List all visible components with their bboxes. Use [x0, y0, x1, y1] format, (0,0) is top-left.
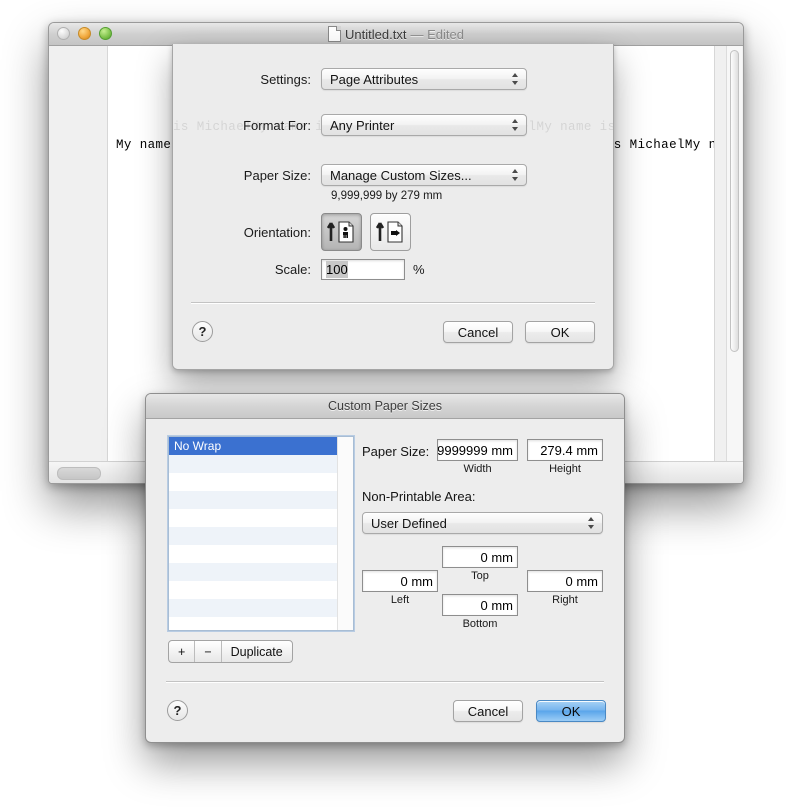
scale-input-value: 100 — [326, 261, 348, 278]
paper-width-caption: Width — [463, 463, 492, 475]
orientation-label: Orientation: — [243, 224, 311, 240]
cancel-button[interactable]: Cancel — [443, 321, 513, 343]
list-item — [169, 563, 353, 581]
list-item — [169, 581, 353, 599]
paper-size-dimensions: 9,999,999 by 279 mm — [331, 190, 443, 202]
paper-size-label: Paper Size: — [243, 167, 311, 183]
list-item — [169, 491, 353, 509]
settings-row: Settings: Page Attributes — [173, 68, 613, 90]
desktop-background: Untitled.txt — Edited My name is Michael… — [0, 0, 786, 811]
document-icon — [328, 26, 342, 42]
window-title-text: Untitled.txt — [345, 26, 407, 42]
chevron-updown-icon — [588, 516, 595, 530]
margin-right-caption: Right — [552, 594, 578, 606]
margin-top-caption: Top — [471, 570, 489, 582]
chevron-updown-icon — [512, 72, 519, 86]
help-button[interactable]: ? — [167, 700, 188, 721]
list-item — [169, 599, 353, 617]
list-item — [169, 509, 353, 527]
zoom-button-icon[interactable] — [99, 27, 112, 40]
sheet-divider — [191, 302, 595, 303]
list-item — [169, 545, 353, 563]
minimize-button-icon[interactable] — [78, 27, 91, 40]
paper-height-value: 279.4 mm — [540, 442, 598, 458]
chevron-updown-icon — [512, 118, 519, 132]
cancel-button[interactable]: Cancel — [453, 700, 523, 722]
scale-input[interactable]: 100 — [321, 259, 405, 280]
non-printable-area-popup[interactable]: User Defined — [362, 512, 603, 534]
format-for-row: Format For: Any Printer — [173, 114, 613, 136]
format-for-popup[interactable]: Any Printer — [321, 114, 527, 136]
close-button-icon[interactable] — [57, 27, 70, 40]
paper-size-popup-value: Manage Custom Sizes... — [330, 167, 472, 183]
paper-size-popup[interactable]: Manage Custom Sizes... — [321, 164, 527, 186]
paper-width-value: 9999999 mm — [437, 442, 513, 458]
ok-button[interactable]: OK — [525, 321, 595, 343]
orientation-row: Orientation: — [173, 213, 613, 251]
margin-right-input[interactable]: 0 mm — [527, 570, 603, 592]
help-button[interactable]: ? — [192, 321, 213, 342]
margin-bottom-value: 0 mm — [480, 597, 514, 613]
portrait-orientation-icon — [326, 221, 354, 243]
margin-left-caption: Left — [390, 594, 410, 606]
paper-height-caption: Height — [549, 463, 581, 475]
settings-popup-value: Page Attributes — [330, 71, 419, 87]
window-titlebar[interactable]: Untitled.txt — Edited — [49, 23, 743, 46]
settings-label: Settings: — [260, 71, 311, 87]
format-for-label: Format For: — [243, 117, 311, 133]
window-title: Untitled.txt — Edited — [328, 26, 464, 42]
list-item — [169, 473, 353, 491]
chevron-updown-icon — [512, 168, 519, 182]
page-setup-sheet: is MichaelMy name is MichaelMy name is M… — [172, 44, 614, 370]
landscape-orientation-icon — [375, 221, 403, 243]
list-item — [169, 527, 353, 545]
add-paper-size-button[interactable]: + — [169, 641, 196, 662]
scale-unit-label: % — [413, 262, 425, 277]
orientation-portrait-button[interactable] — [321, 213, 362, 251]
duplicate-paper-size-button[interactable]: Duplicate — [222, 641, 292, 662]
margin-top-input[interactable]: 0 mm — [442, 546, 518, 568]
scale-row: Scale: 100 % — [173, 259, 613, 280]
list-item — [169, 455, 353, 473]
margin-left-input[interactable]: 0 mm — [362, 570, 438, 592]
paper-size-list[interactable]: No Wrap — [168, 436, 354, 631]
vertical-scrollbar[interactable] — [726, 46, 742, 461]
horizontal-scrollbar-thumb[interactable] — [57, 467, 101, 480]
paper-size-field-label: Paper Size: — [362, 444, 430, 459]
margin-left-value: 0 mm — [400, 573, 434, 589]
non-printable-area-label: Non-Printable Area: — [362, 489, 476, 504]
orientation-landscape-button[interactable] — [370, 213, 411, 251]
vertical-scrollbar-thumb[interactable] — [730, 50, 739, 352]
list-actions-segmented-control: + − Duplicate — [168, 640, 293, 663]
custom-paper-sizes-title: Custom Paper Sizes — [146, 394, 624, 419]
format-for-popup-value: Any Printer — [330, 117, 395, 133]
remove-paper-size-button[interactable]: − — [195, 641, 222, 662]
paper-width-input[interactable]: 9999999 mm — [437, 439, 518, 461]
custom-paper-sizes-panel: Custom Paper Sizes No Wrap + − Duplicate… — [145, 393, 625, 743]
settings-popup[interactable]: Page Attributes — [321, 68, 527, 90]
margin-bottom-input[interactable]: 0 mm — [442, 594, 518, 616]
traffic-light-buttons — [57, 27, 112, 40]
margin-top-value: 0 mm — [480, 549, 514, 565]
margin-bottom-caption: Bottom — [462, 618, 498, 630]
list-scrollbar[interactable] — [337, 437, 353, 630]
non-printable-area-value: User Defined — [371, 515, 447, 531]
paper-height-input[interactable]: 279.4 mm — [527, 439, 603, 461]
panel-divider — [166, 681, 604, 682]
margin-right-value: 0 mm — [565, 573, 599, 589]
paper-size-row: Paper Size: Manage Custom Sizes... — [173, 164, 613, 186]
scale-label: Scale: — [274, 262, 311, 277]
list-item[interactable]: No Wrap — [169, 437, 353, 455]
window-edited-status: — Edited — [410, 26, 464, 42]
ok-button[interactable]: OK — [536, 700, 606, 722]
